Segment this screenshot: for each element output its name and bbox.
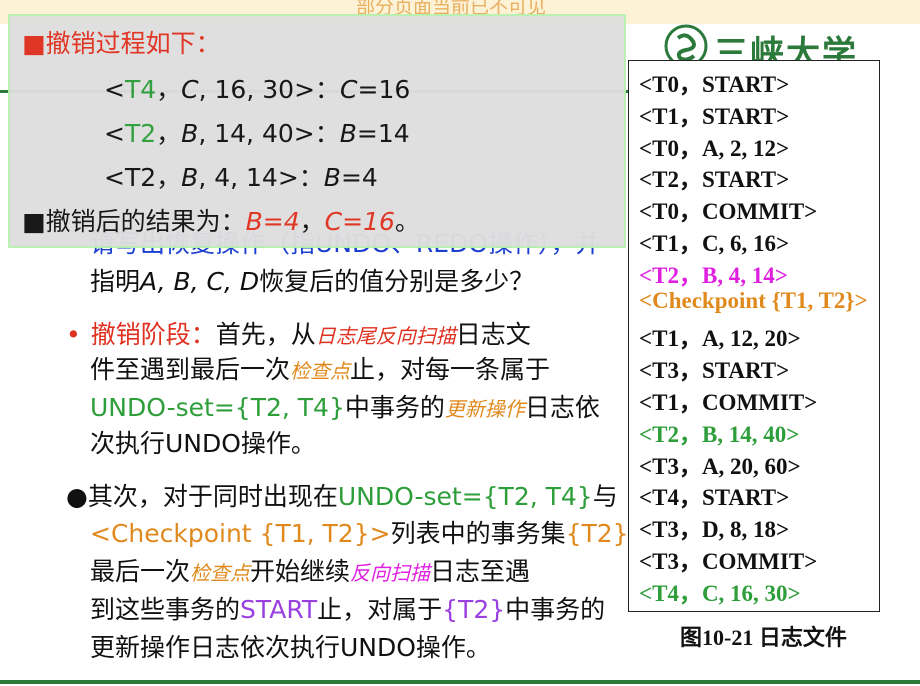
- undo-process-overlay: ■撤销过程如下： <T4，C, 16, 30>：C=16 <T2，B, 14, …: [8, 14, 626, 248]
- log-entry: <T3，D, 8, 18>: [639, 517, 790, 543]
- log-file-panel: <T0，START> <T1，START> <T0，A, 2, 12> <T2，STA…: [628, 60, 880, 612]
- step-old: 16: [214, 75, 247, 104]
- undo-step-2: <T2，B, 14, 40>：B=14: [104, 119, 410, 148]
- log-entry: <Checkpoint {T1, T2}>: [639, 287, 868, 313]
- log-entry: <T1，C, 6, 16>: [639, 231, 790, 256]
- checkpoint-text: 检查点: [290, 359, 351, 383]
- log-entry: <T0，START>: [639, 72, 790, 97]
- log-entry: <T4，START>: [639, 485, 790, 511]
- text-span: 到这些事务的: [90, 595, 241, 624]
- step-txn: T4: [124, 75, 157, 104]
- result-label: 撤销后的结果为：: [45, 207, 246, 236]
- reverse-scan-text: 反向扫描: [350, 561, 431, 585]
- text-span: 止，对属于: [317, 595, 443, 624]
- log-entry: <T3，COMMIT>: [639, 549, 818, 574]
- undo-phase-para-line1: • 撤销阶段：首先，从日志尾反向扫描日志文: [66, 315, 531, 351]
- log-entry: <T2，START>: [639, 167, 790, 193]
- step-txn: T2: [124, 119, 157, 148]
- text-span: 。: [394, 207, 420, 236]
- checkpoint-text: 检查点: [190, 561, 251, 585]
- undo-step-3: <T2，B, 4, 14>：B=4: [104, 163, 378, 192]
- checkpoint-entry-text: <Checkpoint {T1, T2}>: [90, 519, 391, 548]
- log-entry: <T0，A, 2, 12>: [639, 135, 790, 161]
- text-span: 日志依: [524, 393, 600, 422]
- log-entry: <T2，B, 4, 14>: [639, 262, 788, 288]
- log-entry: <T1，A, 12, 20>: [639, 326, 801, 352]
- step-item: C: [181, 75, 199, 104]
- text-span: 日志文: [455, 320, 531, 349]
- square-bullet-icon: ■: [22, 207, 46, 236]
- log-entry: <T1，COMMIT>: [639, 390, 818, 415]
- square-bullet-icon: ■: [22, 29, 46, 58]
- step-new: 30: [262, 75, 295, 104]
- step-val: 14: [377, 119, 410, 148]
- overlay-title-line: ■撤销过程如下：: [22, 24, 221, 60]
- start-text: START: [240, 595, 318, 624]
- log-entry: <T0，COMMIT>: [639, 199, 818, 225]
- question-line: 指明A, B, C, D恢复后的值分别是多少？: [90, 262, 534, 298]
- undo-phase-para-line3: UNDO-set={T2, T4}中事务的更新操作日志依: [90, 388, 600, 424]
- step-old: 14: [214, 119, 247, 148]
- bottom-divider: [0, 680, 920, 684]
- bullet-dot: ●: [66, 482, 88, 511]
- step-txn: T2: [124, 163, 157, 192]
- step-item: B: [181, 163, 199, 192]
- second-para-line2: <Checkpoint {T1, T2}>列表中的事务集{T2}，从: [90, 514, 679, 550]
- step-var: C: [340, 75, 358, 104]
- question-vars: A, B, C, D: [140, 267, 260, 296]
- undo-set-text: UNDO-set={T2, T4}: [90, 393, 345, 422]
- txn-set-text: {T2}: [442, 595, 506, 624]
- text-span: 开始继续: [250, 557, 351, 586]
- step-var: B: [323, 163, 341, 192]
- text-span: 中事务的: [344, 393, 445, 422]
- text-span: 件至遇到最后一次: [90, 355, 291, 384]
- second-para-line4: 到这些事务的START止，对属于{T2}中事务的: [90, 590, 605, 626]
- text-span: 日志至遇: [430, 557, 531, 586]
- text-span: 其次，对于同时出现在: [87, 482, 338, 511]
- log-entry: <T1，START>: [639, 103, 790, 129]
- reverse-scan-text: 日志尾反向扫描: [315, 324, 456, 348]
- text-span: 中事务的: [505, 595, 606, 624]
- question-post: 恢复后的值分别是多少？: [259, 267, 535, 296]
- log-entry: <T4，C, 16, 30>: [639, 580, 801, 606]
- second-para-line1: ●其次，对于同时出现在UNDO-set={T2, T4}与: [66, 477, 618, 513]
- step-item: B: [181, 119, 199, 148]
- undo-set-text: UNDO-set={T2, T4}: [337, 482, 593, 511]
- result-b: B=4: [245, 207, 300, 236]
- second-para-line5: 更新操作日志依次执行UNDO操作。: [90, 633, 491, 662]
- txn-set-text: {T2}: [565, 519, 629, 548]
- step-val: 4: [361, 163, 378, 192]
- result-c: C=16: [324, 207, 395, 236]
- log-figure-caption: 图10-21 日志文件: [680, 625, 847, 650]
- update-ops-text: 更新操作: [444, 397, 525, 421]
- step-val: 16: [378, 75, 411, 104]
- log-entry: <T3，START>: [639, 358, 790, 384]
- overlay-title: 撤销过程如下：: [45, 29, 221, 58]
- undo-phase-para-line4: 次执行UNDO操作。: [90, 429, 316, 458]
- undo-phase-label: 撤销阶段：: [90, 320, 216, 349]
- overlay-result-line: ■撤销后的结果为：B=4，C=16。: [22, 207, 420, 236]
- text-span: 最后一次: [90, 557, 191, 586]
- undo-phase-para-line2: 件至遇到最后一次检查点止，对每一条属于: [90, 350, 550, 386]
- step-old: 4: [214, 163, 231, 192]
- question-pre: 指明: [90, 267, 141, 296]
- second-para-line3: 最后一次检查点开始继续反向扫描日志至遇: [90, 552, 530, 588]
- step-new: 40: [261, 119, 294, 148]
- text-span: 止，对每一条属于: [350, 355, 551, 384]
- text-span: 与: [592, 482, 618, 511]
- text-span: 首先，从: [215, 320, 316, 349]
- bullet-dot: •: [66, 320, 81, 349]
- log-entry: <T3，A, 20, 60>: [639, 453, 801, 479]
- undo-step-1: <T4，C, 16, 30>：C=16: [104, 75, 411, 104]
- text-span: 列表中的事务集: [390, 519, 566, 548]
- step-new: 14: [246, 163, 278, 192]
- log-entry: <T2，B, 14, 40>: [639, 421, 800, 447]
- step-var: B: [339, 119, 357, 148]
